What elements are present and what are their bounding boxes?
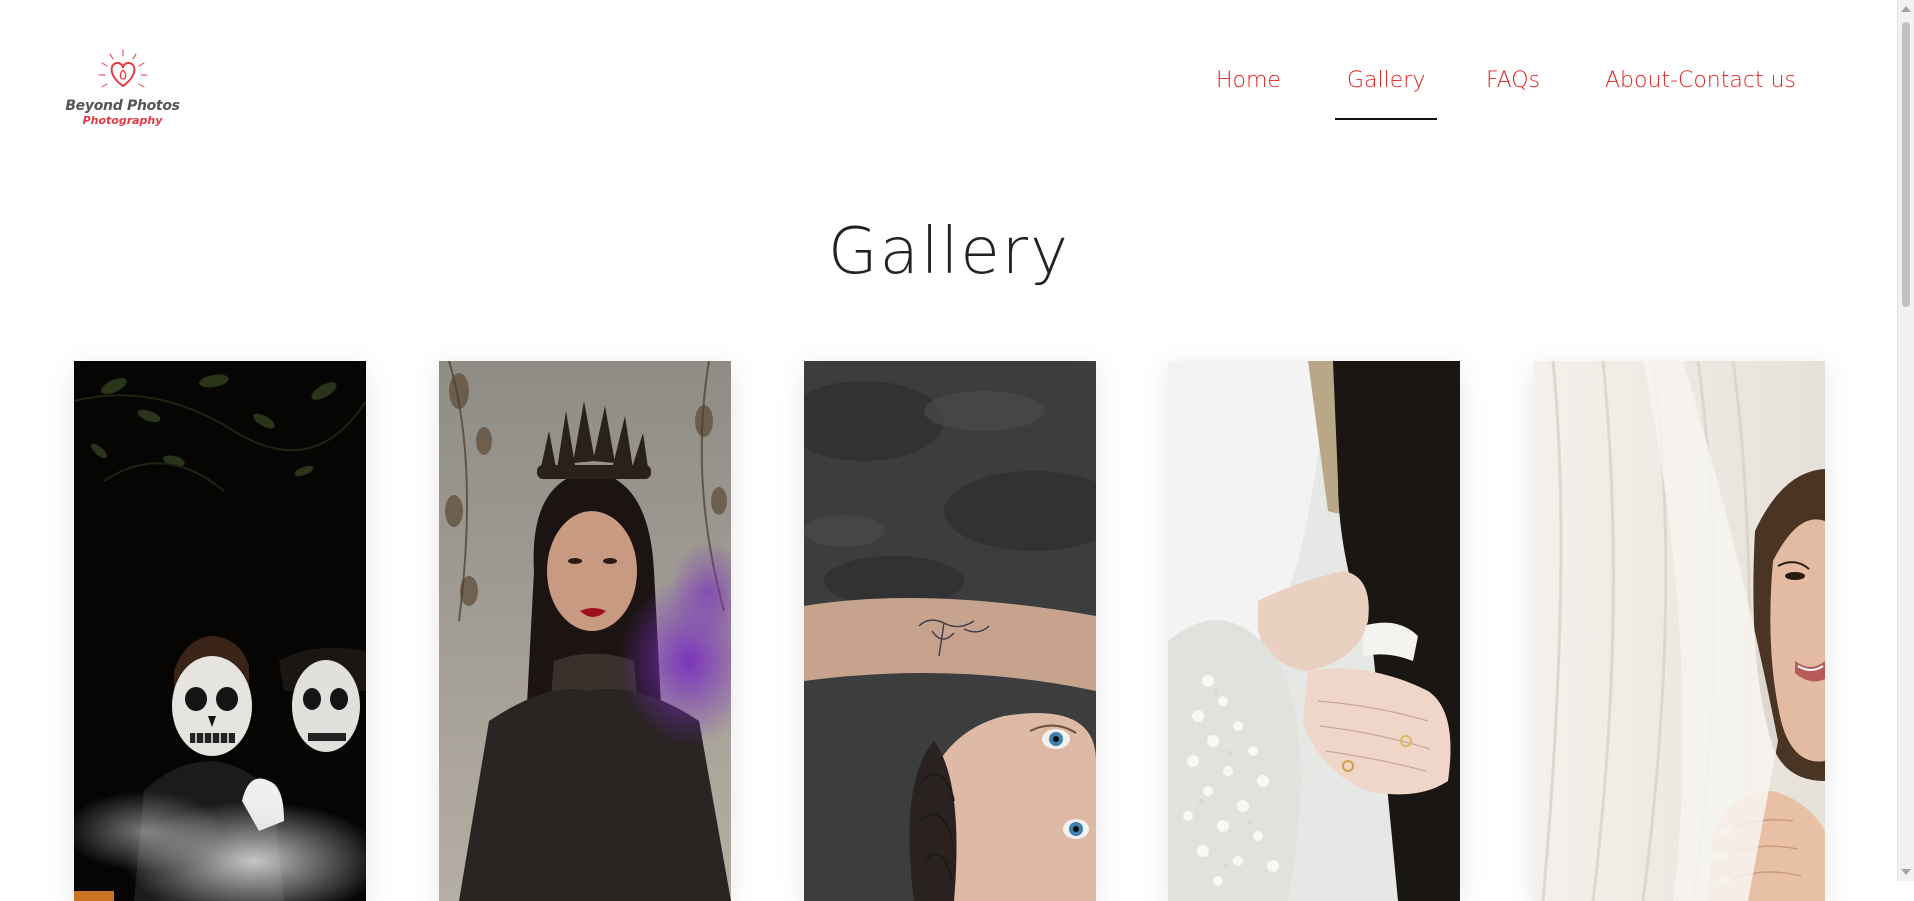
gallery-photo-crown-portrait[interactable] [439,361,731,901]
site-header: Beyond Photos Photography Home Gallery F… [0,0,1898,140]
gallery-photo-skull-portrait[interactable] [74,361,366,901]
page-title: Gallery [828,214,1070,289]
page-scrollbar[interactable] [1897,0,1914,881]
brand-tagline: Photography [82,114,163,127]
gallery-photo-bride-veil[interactable] [1533,361,1825,901]
scroll-up-arrow-icon[interactable] [1901,6,1911,12]
nav-item-home[interactable]: Home [1216,68,1281,93]
nav-item-faqs[interactable]: FAQs [1486,68,1540,93]
nav-item-gallery[interactable]: Gallery [1334,68,1438,120]
scrollbar-thumb[interactable] [1902,22,1910,307]
scroll-down-arrow-icon[interactable] [1901,869,1911,875]
photo-gallery [0,361,1898,901]
gallery-photo-wedding-hands[interactable] [1168,361,1460,901]
brand-name: Beyond Photos [65,98,180,114]
brand-logo[interactable]: Beyond Photos Photography [60,48,185,136]
heart-camera-logo-icon [98,49,148,88]
gallery-photo-tattoo-portrait[interactable] [804,361,1096,901]
nav-item-about-contact[interactable]: About-Contact us [1605,68,1796,93]
